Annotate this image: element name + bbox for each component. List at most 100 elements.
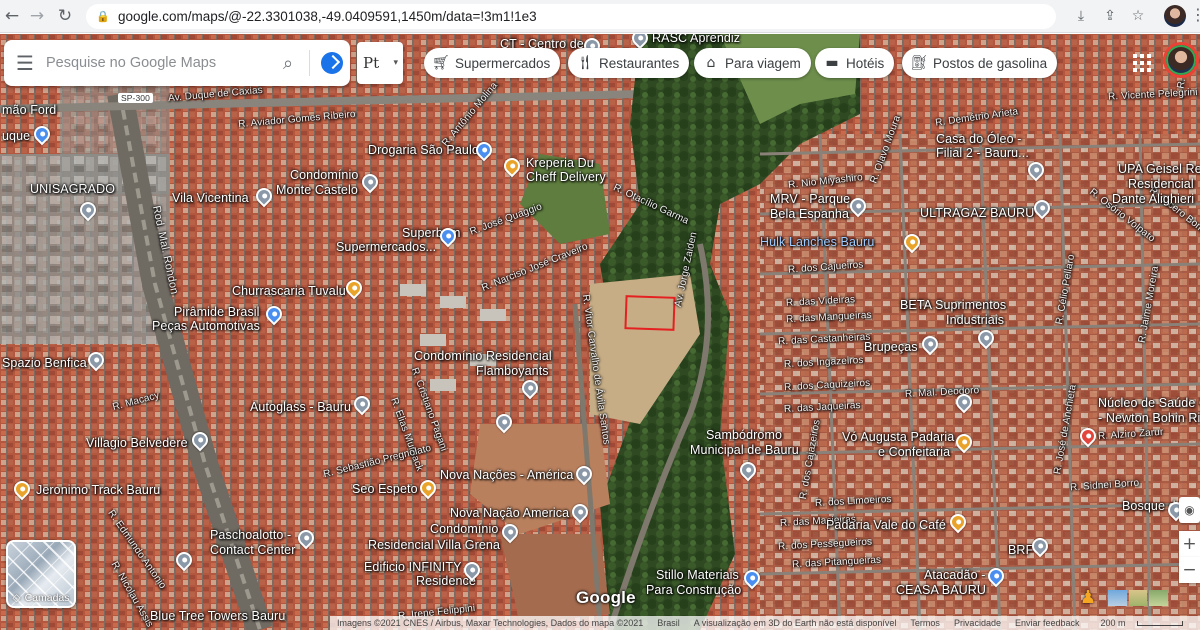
poi-label[interactable]: Padaria Vale do Café <box>826 518 946 533</box>
bookmark-star-icon[interactable]: ☆ <box>1128 6 1148 26</box>
hamburger-menu-icon[interactable]: ☰ <box>4 40 46 86</box>
poi-label[interactable]: Cheff Delivery <box>526 170 606 185</box>
imagery-credit: Imagens ©2021 CNES / Airbus, Maxar Techn… <box>337 618 644 628</box>
address-bar[interactable]: 🔒 google.com/maps/@-22.3301038,-49.04095… <box>86 4 1056 29</box>
poi-label[interactable]: Bela Espanha <box>770 207 849 222</box>
privacy-link[interactable]: Privacidade <box>947 618 1008 628</box>
chip-postos-de-gasolina[interactable]: ⛽︎ Postos de gasolina <box>902 48 1058 78</box>
poi-label[interactable]: Churrascaria Tuvalu <box>232 284 346 299</box>
compass-icon[interactable]: ◉ <box>1179 497 1200 523</box>
poi-label[interactable]: Nova Nação America <box>450 506 569 521</box>
country-label: Brasil <box>657 618 680 628</box>
poi-label[interactable]: Vila Vicentina <box>172 191 249 206</box>
route-shield-sp300: SP-300 <box>118 93 153 103</box>
poi-label[interactable]: Hulk Lanches Bauru <box>760 235 874 250</box>
chip-label: Para viagem <box>725 55 801 71</box>
poi-label[interactable]: Condomínio Residencial <box>414 349 552 364</box>
account-avatar[interactable] <box>1163 42 1199 78</box>
gas-station-icon: ⛽︎ <box>910 55 928 71</box>
search-input[interactable] <box>46 55 271 71</box>
poi-label[interactable]: Monte Castelo <box>276 183 358 198</box>
poi-label[interactable]: Autoglass - Bauru <box>250 400 351 415</box>
poi-label[interactable]: MRV - Parque <box>770 192 850 207</box>
poi-label[interactable]: Casa do Óleo - <box>936 132 1021 147</box>
poi-label[interactable]: Dante Alighieri <box>1112 192 1194 207</box>
chip-label: Postos de gasolina <box>933 55 1048 71</box>
browser-toolbar: ← → ↻ 🔒 google.com/maps/@-22.3301038,-49… <box>0 0 1200 33</box>
browser-profile-avatar[interactable] <box>1164 5 1186 27</box>
poi-label[interactable]: UPA Geisel Re <box>1118 162 1200 177</box>
arrow-right-icon[interactable]: → <box>26 5 48 27</box>
google-apps-icon[interactable] <box>1131 52 1151 72</box>
chip-supermercados[interactable]: 🛒︎ Supermercados <box>424 48 561 78</box>
search-icon[interactable]: ⌕ <box>271 53 305 74</box>
pegman-icon[interactable]: ♟ <box>1080 587 1100 611</box>
zoom-in-button[interactable]: + <box>1179 531 1200 557</box>
poi-label[interactable]: Seo Espeto <box>352 482 418 497</box>
poi-label[interactable]: Residencial <box>1128 177 1194 192</box>
satellite-map[interactable]: SP-300 Av. Duque de Caxias R. Aviador Go… <box>0 34 1200 630</box>
poi-label[interactable]: uque <box>2 129 30 144</box>
poi-label[interactable]: CEASA BAURU <box>896 583 986 598</box>
directions-button[interactable] <box>314 45 350 81</box>
poi-label[interactable]: Pirâmide Brasil <box>174 305 260 320</box>
poi-label[interactable]: Atacadão - <box>924 568 985 583</box>
poi-label[interactable]: Industriais <box>946 313 1004 328</box>
poi-label[interactable]: BETA Suprimentos <box>900 298 1006 313</box>
poi-label[interactable]: Jeronimo Track Bauru <box>36 483 160 498</box>
poi-label[interactable]: Brupeças <box>864 340 918 355</box>
chip-para-viagem[interactable]: ⌂ Para viagem <box>694 48 811 78</box>
poi-label[interactable]: Paschoalotto - <box>210 528 291 543</box>
poi-label[interactable]: Kreperia Du <box>526 156 594 171</box>
poi-label[interactable]: RASC Aprendiz <box>652 34 740 46</box>
poi-label[interactable]: Condomínio <box>290 168 358 183</box>
poi-label[interactable]: Edificio INFINITY <box>364 560 462 575</box>
poi-label[interactable]: Municipal de Bauru <box>690 443 799 458</box>
poi-label[interactable]: Para Construção <box>646 583 741 598</box>
poi-label[interactable]: Blue Tree Towers Bauru <box>150 609 285 624</box>
browser-menu-icon[interactable]: ⋮ <box>1190 6 1200 26</box>
poi-label[interactable]: Villagio Belvedere <box>86 436 188 451</box>
feedback-link[interactable]: Enviar feedback <box>1008 618 1087 628</box>
poi-label[interactable]: Peças Automotivas <box>152 319 260 334</box>
chip-hoteis[interactable]: ▬ Hotéis <box>815 48 895 78</box>
zoom-out-button[interactable]: − <box>1179 557 1200 583</box>
layers-icon: ◇ <box>12 592 21 604</box>
install-icon[interactable]: ⤓ <box>1071 6 1091 26</box>
directions-icon <box>321 52 343 74</box>
share-icon[interactable]: ⇪ <box>1100 6 1120 26</box>
search-divider <box>309 50 310 76</box>
poi-label[interactable]: Condomínio <box>430 522 498 537</box>
3d-notice: A visualização em 3D do Earth não está d… <box>693 618 897 628</box>
imagery-thumbnails[interactable] <box>1108 590 1169 606</box>
poi-label[interactable]: BRF <box>1008 543 1033 558</box>
poi-label[interactable]: ULTRAGAZ BAURU <box>920 206 1034 221</box>
poi-label[interactable]: Drogaria São Paulo <box>368 143 479 158</box>
chip-restaurantes[interactable]: 🍴︎ Restaurantes <box>568 48 690 78</box>
search-box: ☰ ⌕ <box>4 40 350 86</box>
layers-text: Camadas <box>24 592 70 604</box>
layers-button[interactable]: ◇ Camadas <box>6 540 76 608</box>
poi-label[interactable]: e Confeitaria <box>878 445 950 460</box>
input-tools-button[interactable]: Pt ▾ <box>357 42 403 84</box>
poi-label[interactable]: - Newton Bohin Ribeiro <box>1098 411 1200 426</box>
poi-label[interactable]: Supermercados... <box>336 240 436 255</box>
poi-label[interactable]: Stillo Materiais <box>656 568 739 583</box>
arrow-left-icon[interactable]: ← <box>1 5 23 27</box>
poi-label[interactable]: Flamboyants <box>476 364 549 379</box>
poi-label[interactable]: Vó Augusta Padaria <box>842 430 954 445</box>
caret-down-icon: ▾ <box>393 58 398 68</box>
terms-link[interactable]: Termos <box>903 618 947 628</box>
poi-label[interactable]: UNISAGRADO <box>30 182 115 197</box>
poi-label[interactable]: Residencial Villa Grena <box>368 538 500 553</box>
poi-label[interactable]: Filial 2 - Bauru... <box>936 146 1029 161</box>
cart-icon: 🛒︎ <box>432 55 450 71</box>
poi-label[interactable]: Nova Nações - América <box>440 468 573 483</box>
poi-label[interactable]: Spazio Benfica <box>2 356 87 371</box>
poi-label[interactable]: Núcleo de Saúde Geise <box>1098 396 1200 411</box>
poi-label[interactable]: mão Ford <box>2 103 56 118</box>
scale-indicator[interactable]: 200 m <box>1087 618 1190 628</box>
reload-icon[interactable]: ↻ <box>54 5 76 27</box>
poi-label[interactable]: Contact Center <box>210 543 295 558</box>
poi-label[interactable]: Sambódromo <box>706 428 782 443</box>
